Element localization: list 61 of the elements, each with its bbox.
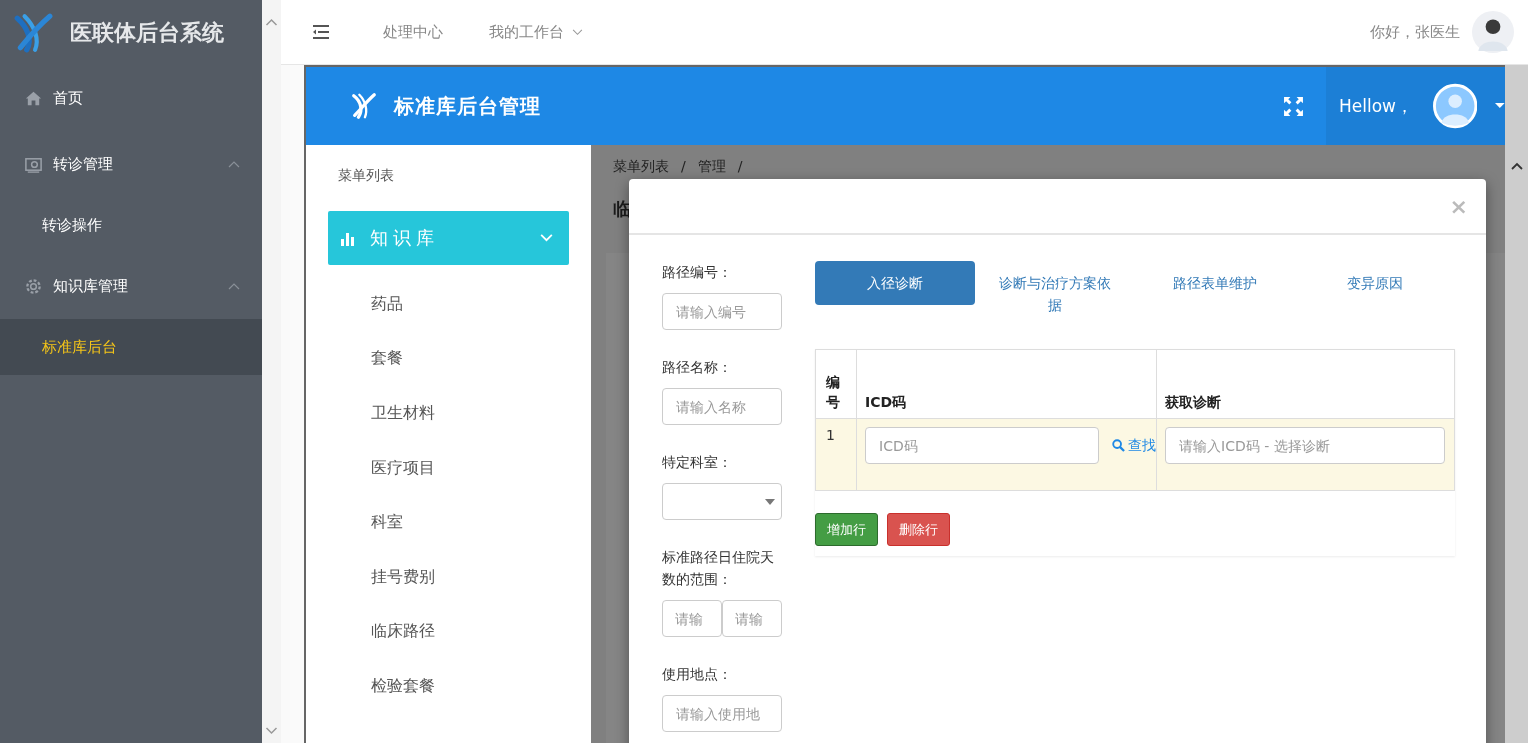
- gear-icon: [24, 276, 43, 296]
- tab[interactable]: 路径表单维护: [1135, 261, 1295, 305]
- input-field[interactable]: 请输: [722, 600, 782, 637]
- select-field[interactable]: [662, 483, 782, 520]
- tab[interactable]: 入径诊断: [815, 261, 975, 305]
- input-field[interactable]: 请输: [662, 600, 722, 637]
- nav-link[interactable]: 我的工作台: [489, 22, 583, 42]
- input-field[interactable]: 请输入ICD码 - 选择诊断: [1165, 427, 1445, 464]
- logo-icon: [350, 92, 378, 120]
- menu-item[interactable]: 医疗项目: [306, 440, 591, 496]
- system-title: 标准库后台管理: [394, 92, 541, 120]
- column-header: 编号: [826, 373, 841, 412]
- search-icon: [1112, 439, 1125, 452]
- menu-item[interactable]: 卫生材料: [306, 386, 591, 441]
- menu-item[interactable]: 挂号费别: [306, 549, 591, 605]
- user-greeting: Hellow，: [1339, 94, 1413, 118]
- nav-link[interactable]: 处理中心: [383, 22, 443, 42]
- sidebar-item[interactable]: 转诊管理: [0, 131, 262, 197]
- field-label: 路径编号：: [662, 263, 733, 282]
- tab[interactable]: 诊断与治疗方案依据: [975, 261, 1135, 316]
- column-header: 获取诊断: [1165, 394, 1221, 412]
- breadcrumb-link[interactable]: 管理: [697, 157, 726, 175]
- fullscreen-icon[interactable]: [1283, 95, 1304, 117]
- breadcrumb-separator: /: [681, 157, 686, 175]
- input-field[interactable]: ICD码: [865, 427, 1099, 464]
- action-button[interactable]: 增加行: [815, 513, 878, 546]
- caret-icon[interactable]: [1495, 103, 1505, 109]
- breadcrumb-link[interactable]: 菜单列表: [613, 157, 669, 175]
- menu-item[interactable]: 检验套餐: [306, 659, 591, 714]
- breadcrumb-separator: /: [737, 157, 743, 175]
- menu-item[interactable]: 药品: [306, 277, 591, 332]
- input-field[interactable]: 请输入编号: [662, 293, 782, 330]
- field-label: 使用地点：: [662, 665, 733, 684]
- menu-icon[interactable]: [311, 24, 331, 40]
- menu-item[interactable]: 科室: [306, 495, 591, 550]
- column-header: ICD码: [865, 394, 907, 412]
- avatar[interactable]: [1472, 11, 1514, 53]
- sidebar-subitem[interactable]: 标准库后台: [0, 319, 262, 375]
- sidebar-item[interactable]: 知识库管理: [0, 253, 262, 319]
- menu-heading: 菜单列表: [337, 167, 395, 185]
- bar-chart-icon: [340, 230, 356, 246]
- search-link[interactable]: 查找: [1112, 436, 1156, 455]
- tab[interactable]: 变异原因: [1295, 261, 1455, 305]
- row-number: 1: [826, 427, 835, 443]
- scroll-up-icon[interactable]: [1510, 162, 1523, 170]
- input-field[interactable]: 请输入使用地: [662, 695, 782, 732]
- app-title: 医联体后台系统: [70, 18, 224, 47]
- scroll-down-icon[interactable]: [265, 727, 278, 735]
- logo-icon: [12, 11, 54, 54]
- chevron-icon: [540, 234, 553, 242]
- field-label: 路径名称：: [662, 358, 733, 377]
- menu-item[interactable]: 临床路径: [306, 604, 591, 660]
- user-greeting: 你好，张医生: [1370, 22, 1460, 42]
- sidebar-subitem[interactable]: 转诊操作: [0, 197, 262, 253]
- menu-item[interactable]: 套餐: [306, 331, 591, 387]
- caret-icon: [765, 499, 775, 505]
- field-label: 特定科室：: [662, 453, 733, 472]
- action-button[interactable]: 删除行: [887, 513, 950, 546]
- sidebar-item[interactable]: 首页: [0, 65, 262, 131]
- field-label: 标准路径日住院天数的范围：: [662, 548, 775, 589]
- input-field[interactable]: 请输入名称: [662, 388, 782, 425]
